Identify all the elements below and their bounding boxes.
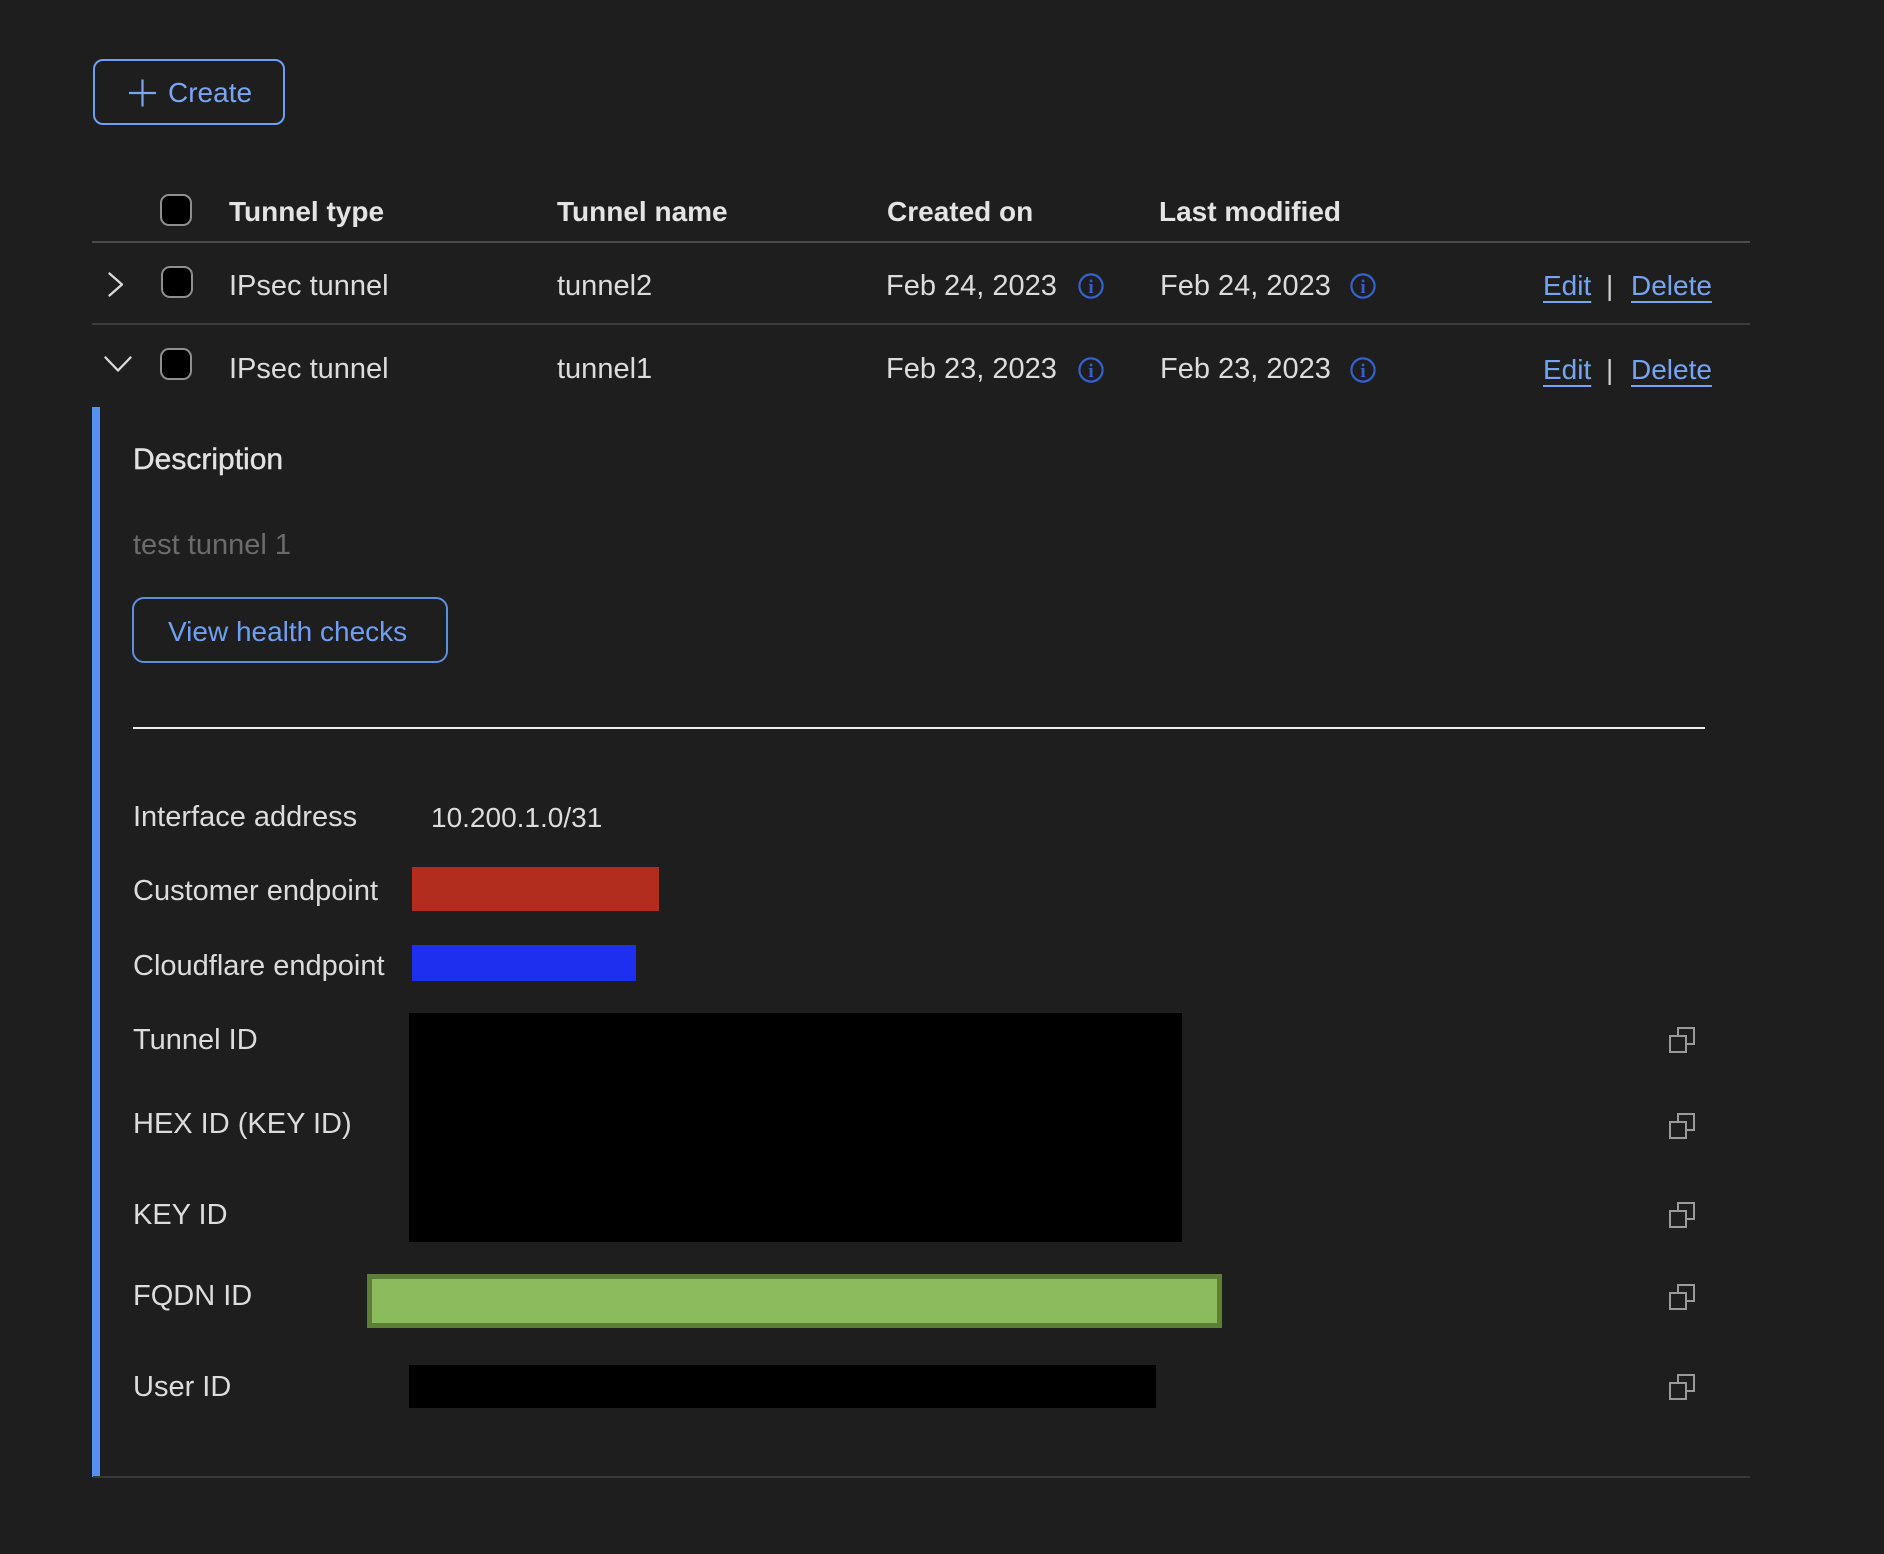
svg-text:i: i — [1088, 277, 1093, 298]
svg-text:i: i — [1360, 277, 1365, 298]
svg-text:i: i — [1088, 361, 1093, 382]
svg-text:i: i — [1360, 361, 1365, 382]
